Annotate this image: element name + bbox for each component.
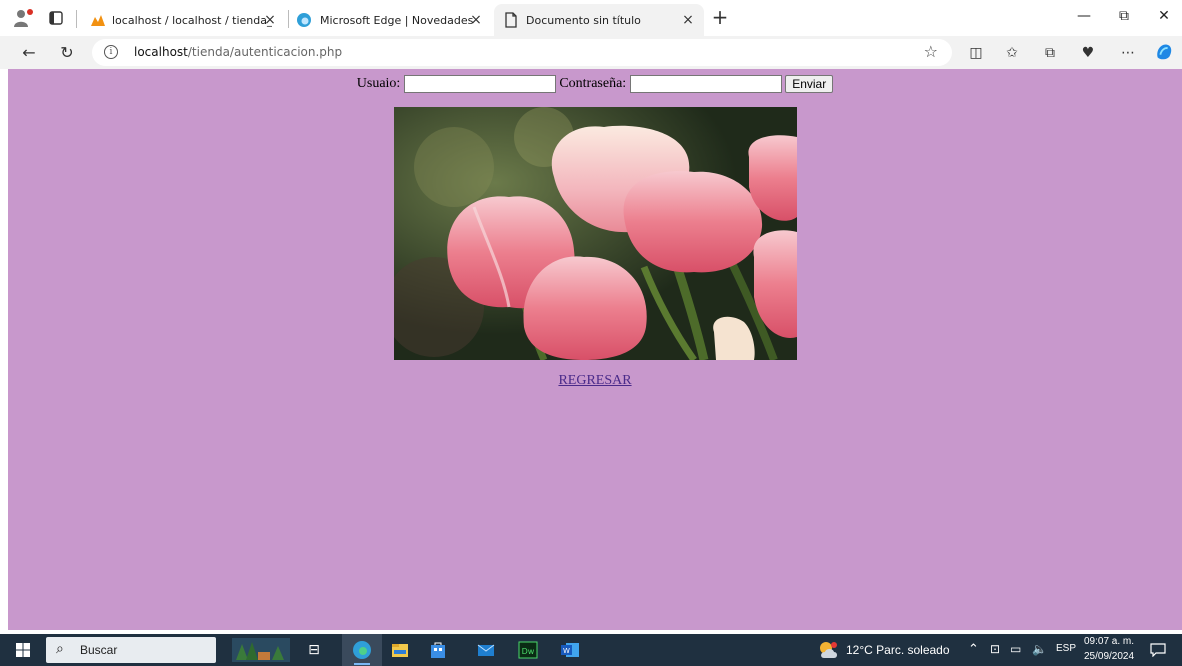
- svg-text:W: W: [563, 647, 570, 655]
- search-icon: ⌕: [56, 641, 64, 657]
- tab-documento[interactable]: Documento sin título ×: [494, 4, 704, 36]
- address-url[interactable]: localhost/tienda/autenticacion.php: [134, 45, 342, 59]
- notification-icon[interactable]: [1150, 643, 1166, 657]
- tab-close-button[interactable]: ×: [468, 12, 484, 28]
- document-icon: [505, 12, 517, 28]
- word-icon[interactable]: W: [560, 640, 580, 660]
- dreamweaver-icon[interactable]: Dw: [518, 640, 538, 660]
- minimize-button[interactable]: —: [1070, 8, 1098, 28]
- more-menu-icon[interactable]: ⋯: [1118, 43, 1138, 63]
- taskbar-search[interactable]: ⌕ Buscar: [46, 637, 216, 663]
- login-form: Usuaio: Contraseña: Enviar: [8, 75, 1182, 97]
- tab-phpmyadmin[interactable]: localhost / localhost / tienda_aba ×: [82, 4, 286, 36]
- display-icon[interactable]: ▭: [1010, 642, 1021, 656]
- back-link[interactable]: REGRESAR: [558, 373, 631, 388]
- tab-strip: localhost / localhost / tienda_aba × Mic…: [0, 0, 1182, 36]
- password-input[interactable]: [629, 75, 782, 93]
- refresh-icon[interactable]: ↻: [56, 42, 78, 64]
- profile-avatar-icon[interactable]: [12, 8, 34, 28]
- tab-label: localhost / localhost / tienda_aba: [112, 13, 272, 27]
- language-indicator[interactable]: ESP: [1056, 643, 1076, 654]
- tab-label: Microsoft Edge | Novedades: [320, 13, 474, 27]
- page-content: Usuaio: Contraseña: Enviar REGRESAR: [8, 69, 1182, 630]
- clock-date[interactable]: 25/09/2024: [1084, 651, 1134, 662]
- close-window-button[interactable]: ✕: [1150, 8, 1178, 28]
- favorite-star-icon[interactable]: ☆: [924, 42, 938, 61]
- tab-actions-icon[interactable]: [48, 10, 64, 26]
- password-label: Contraseña:: [559, 76, 627, 91]
- tray-overflow-icon[interactable]: ⌃: [968, 641, 979, 657]
- tab-separator: [76, 10, 77, 28]
- tulips-photo: [394, 107, 797, 360]
- task-view-icon[interactable]: ⊟: [304, 640, 324, 660]
- network-icon[interactable]: ⊡: [990, 642, 1000, 656]
- clock-time[interactable]: 09:07 a. m.: [1084, 636, 1134, 647]
- search-placeholder: Buscar: [80, 643, 118, 657]
- back-link-container: REGRESAR: [8, 373, 1182, 389]
- store-icon[interactable]: [428, 640, 448, 660]
- weather-icon[interactable]: [818, 640, 840, 660]
- url-path: /tienda/autenticacion.php: [187, 45, 343, 59]
- windows-start-icon[interactable]: [16, 643, 30, 657]
- restore-button[interactable]: ⧉: [1110, 8, 1138, 28]
- user-input[interactable]: [403, 75, 556, 93]
- browser-toolbar: ← ↻ i localhost/tienda/autenticacion.php…: [0, 36, 1182, 69]
- tab-label: Documento sin título: [526, 13, 641, 27]
- tab-close-button[interactable]: ×: [680, 12, 696, 28]
- search-highlight-image[interactable]: [232, 638, 290, 662]
- split-screen-icon[interactable]: ◫: [966, 43, 986, 63]
- volume-icon[interactable]: 🔈: [1032, 642, 1047, 656]
- edge-icon: [297, 13, 311, 27]
- windows-taskbar: ⌕ Buscar ⊟ Dw W 12°C Parc. soleado ⌃ ⊡ ▭…: [0, 634, 1182, 666]
- user-label: Usuaio:: [356, 76, 401, 91]
- mail-icon[interactable]: [476, 640, 496, 660]
- url-host: localhost: [134, 45, 188, 59]
- collections-icon[interactable]: ⧉: [1040, 43, 1060, 63]
- tab-edge-news[interactable]: Microsoft Edge | Novedades ×: [290, 4, 492, 36]
- info-icon[interactable]: i: [104, 45, 118, 59]
- favorites-icon[interactable]: ✩: [1002, 43, 1022, 63]
- new-tab-button[interactable]: +: [710, 7, 730, 28]
- phpmyadmin-icon: [91, 15, 105, 26]
- submit-button[interactable]: Enviar: [785, 75, 834, 93]
- file-explorer-icon[interactable]: [390, 640, 410, 660]
- tab-close-button[interactable]: ×: [262, 12, 278, 28]
- tab-separator: [288, 10, 289, 28]
- browser-essentials-icon[interactable]: ♥: [1078, 43, 1098, 63]
- address-bar[interactable]: i localhost/tienda/autenticacion.php ☆: [92, 39, 952, 66]
- edge-taskbar-icon[interactable]: [352, 640, 372, 660]
- back-arrow-icon[interactable]: ←: [18, 42, 40, 64]
- copilot-icon[interactable]: [1154, 41, 1174, 61]
- weather-text[interactable]: 12°C Parc. soleado: [846, 643, 950, 657]
- svg-text:Dw: Dw: [522, 647, 535, 656]
